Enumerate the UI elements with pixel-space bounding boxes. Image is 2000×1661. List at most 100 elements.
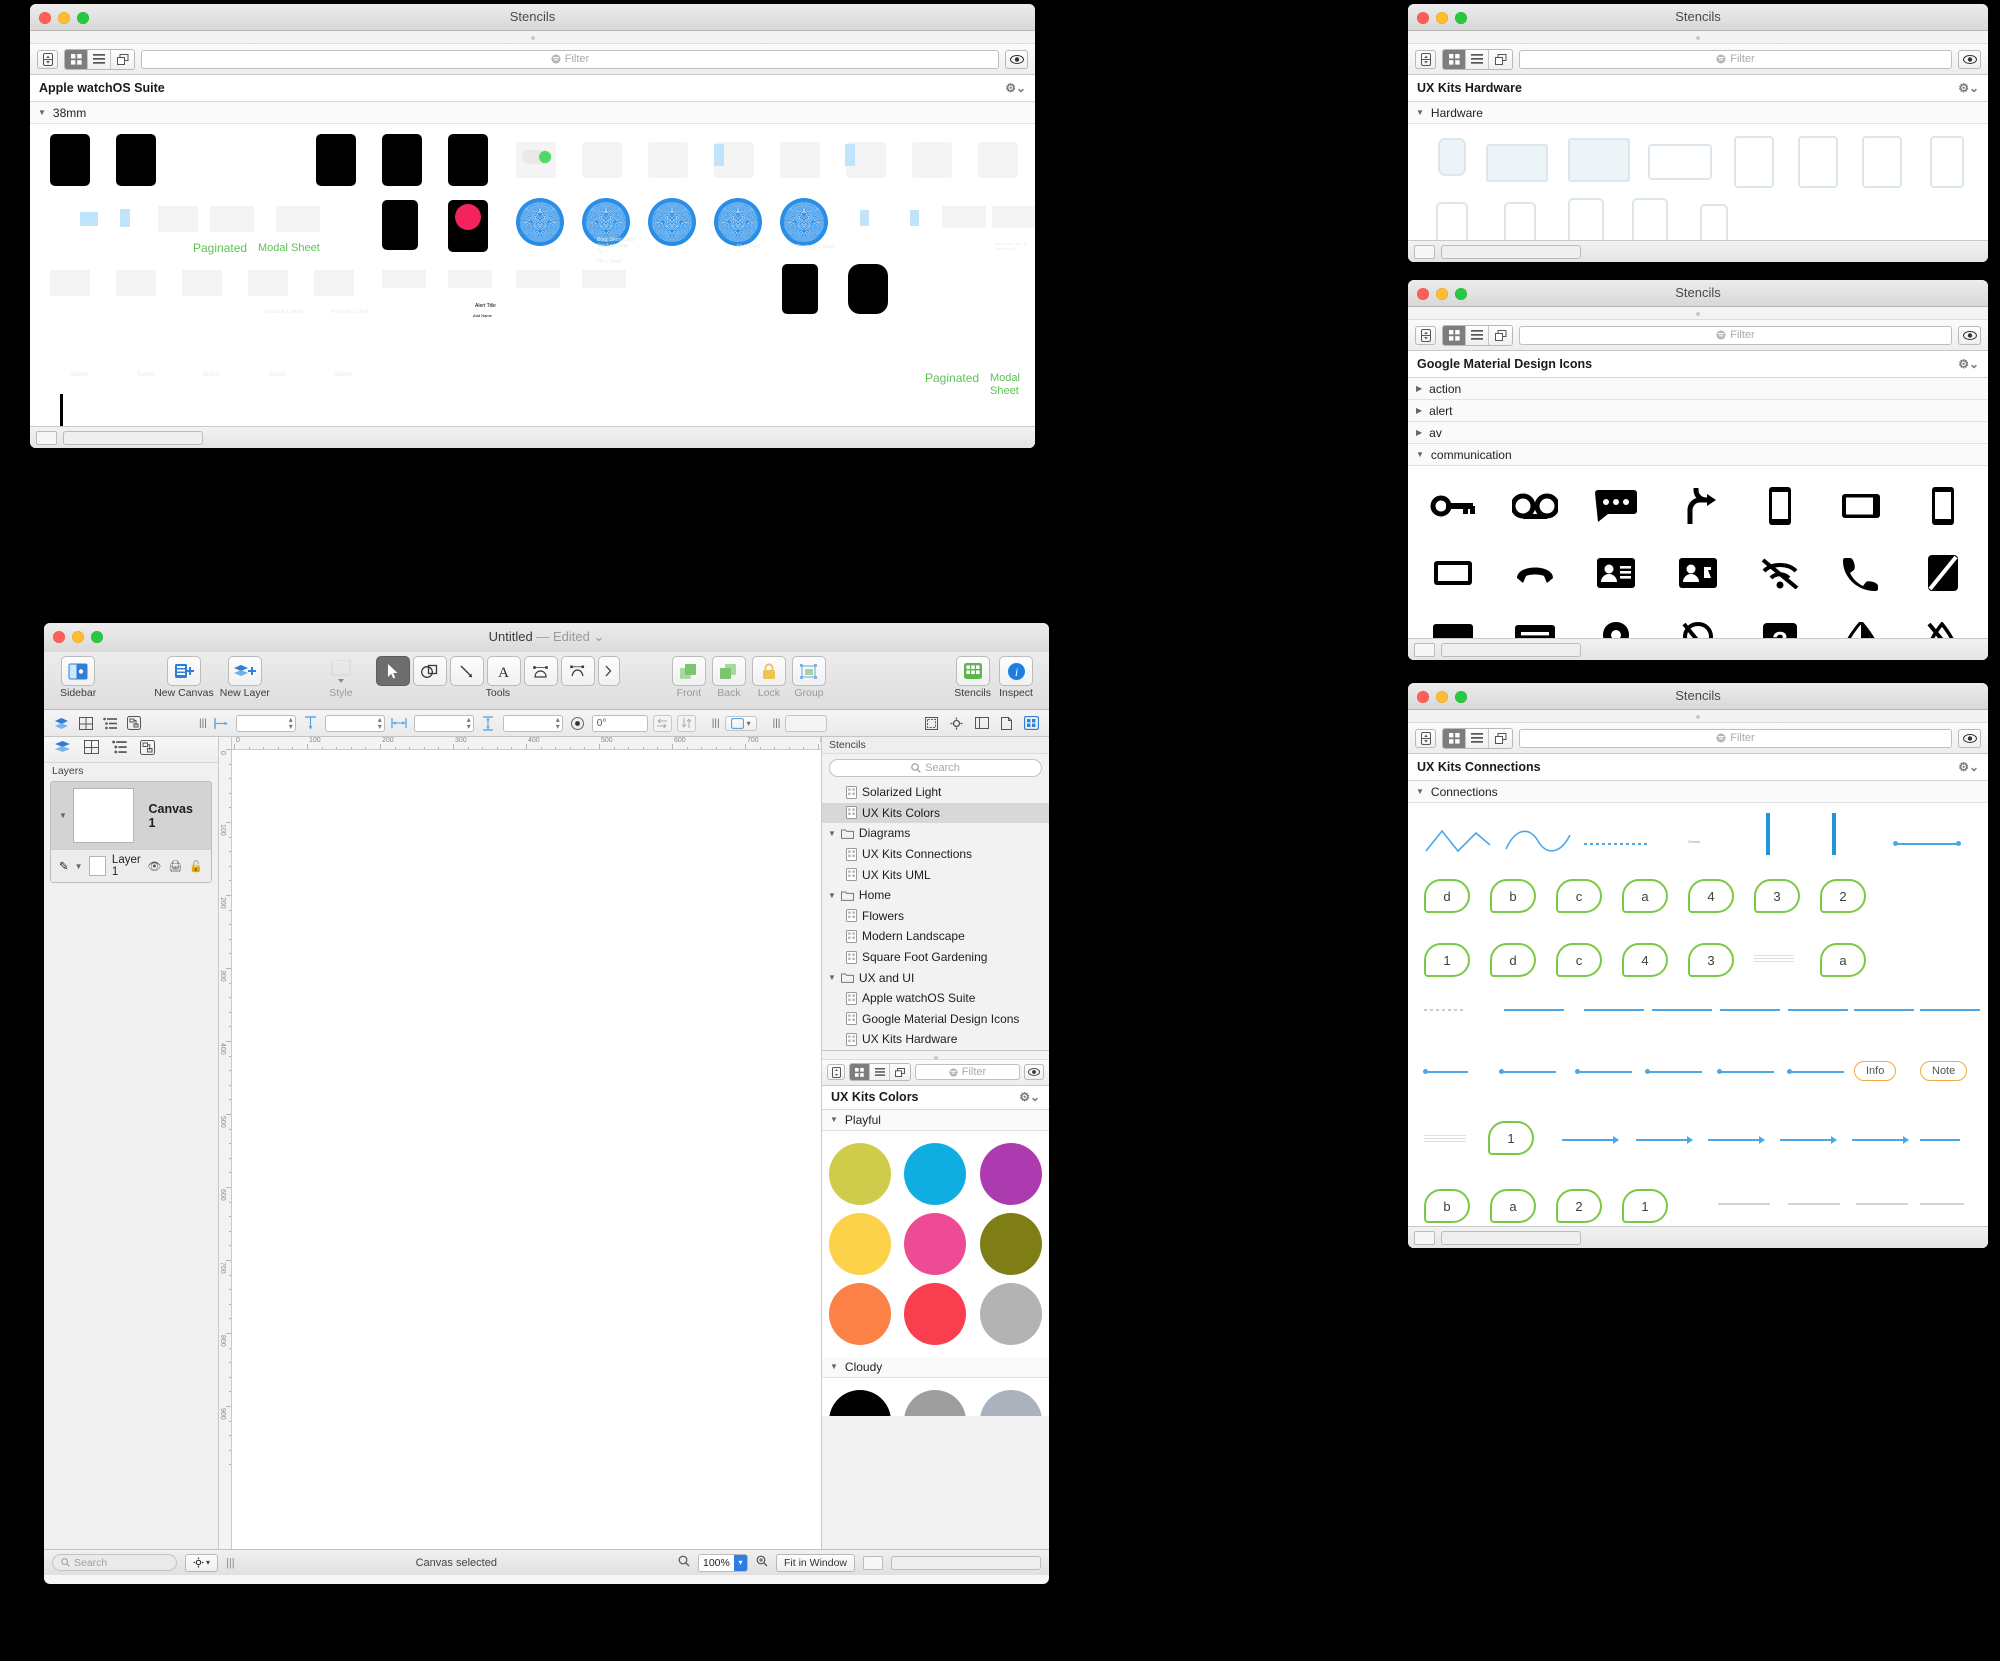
watch-screen-stencil[interactable] (382, 134, 422, 186)
watch-complication-stencil[interactable] (780, 198, 828, 246)
layer-lock-icon[interactable]: 🔓 (189, 860, 203, 873)
material-category-row[interactable]: ▶ av (1408, 422, 1988, 444)
selection-tool-button[interactable] (375, 656, 410, 686)
list-view-button[interactable] (1466, 49, 1489, 69)
placeholder-stencil[interactable] (182, 270, 222, 296)
horizontal-ruler[interactable]: 0 100 200 300 400 500 600 700 800 (219, 737, 821, 750)
layers-list[interactable]: ▼ Canvas 1 ✎ ▼ Layer 1 👁 🖨 🔓 (50, 781, 212, 883)
window-resize-grip[interactable] (1408, 31, 1988, 44)
canvas-size-icon[interactable] (922, 715, 941, 732)
zoom-in-icon[interactable] (756, 1555, 768, 1570)
titlebar[interactable]: Stencils (1408, 280, 1988, 307)
bar-grip-icon-3[interactable]: ||| (773, 718, 781, 729)
connection-line-stencil[interactable] (1920, 1203, 1964, 1205)
placeholder-stencil[interactable] (516, 270, 560, 288)
phonelink-ring-icon[interactable] (1932, 473, 1955, 539)
watch-screen-stencil[interactable] (448, 134, 488, 186)
layer-pencil-icon[interactable]: ✎ (59, 859, 69, 873)
connection-line-stencil[interactable] (1852, 1139, 1908, 1141)
sidebar-tab-layers[interactable] (54, 740, 71, 759)
blue-block-stencil[interactable] (714, 144, 724, 166)
group-button[interactable] (791, 656, 826, 686)
connection-node-stencil[interactable]: d (1424, 879, 1470, 913)
cloudy-disclosure-icon[interactable]: ▼ (830, 1362, 838, 1371)
tools-segmented-control[interactable]: A (375, 656, 620, 686)
stencil-options-gear-icon[interactable]: ⚙⌄ (1958, 760, 1979, 774)
stencil-group-row[interactable]: ▼ Connections (1408, 781, 1988, 803)
window-footer[interactable] (1408, 638, 1988, 660)
stencils-button[interactable] (955, 656, 990, 686)
canvas-search-input[interactable]: Search (52, 1554, 177, 1571)
list-view-button[interactable] (88, 49, 111, 69)
canvas-panel-icon[interactable] (76, 715, 95, 732)
sidebar-toggle-button[interactable] (61, 656, 96, 686)
stencils-search-input[interactable]: Search (829, 759, 1042, 777)
style-well-button[interactable] (324, 656, 358, 686)
footer-button[interactable] (1414, 642, 1435, 657)
stencil-options-gear-icon[interactable]: ⚙⌄ (1005, 81, 1026, 95)
stencil-list-item[interactable]: UX Kits Colors (822, 802, 1049, 824)
color-swatch[interactable] (980, 1142, 1043, 1205)
stencil-window-connections[interactable]: Stencils Filter UX Kits Connections ⚙⌄ ▼… (1408, 683, 1988, 1248)
tablet-portrait-stencil[interactable] (1734, 136, 1774, 188)
stencil-library-picker-button[interactable] (1415, 325, 1436, 345)
dotted-line-stencil[interactable] (1584, 843, 1650, 845)
stencil-toolbar[interactable]: Filter (1408, 320, 1988, 351)
layers-panel-icon[interactable] (52, 715, 71, 732)
new-canvas-toolbar-item[interactable]: New Canvas (154, 656, 214, 699)
watch-complication-stencil[interactable] (648, 198, 696, 246)
group-toolbar-item[interactable]: Group (791, 656, 826, 699)
stencil-list-item[interactable]: Solarized Light (822, 782, 1049, 803)
x-position-field[interactable]: ▴ ▾ (235, 714, 296, 732)
connection-node-stencil[interactable]: d (1490, 943, 1536, 977)
voicemail-icon[interactable] (1511, 473, 1558, 539)
connections-stencil-grid[interactable]: Details d b c a 4 3 2 1 d c 4 3 a Info Note 1 b a 2 1 (1408, 803, 1988, 1248)
vertical-ruler[interactable]: 0 100 200 300 400 500 600 700 800 900 (219, 737, 232, 1549)
contact-phone-icon[interactable] (1678, 540, 1717, 606)
inspect-button[interactable]: i (999, 656, 1033, 686)
bar-grip-icon-2[interactable]: ||| (712, 718, 720, 729)
footer-button[interactable] (1414, 244, 1435, 259)
no-sim-icon[interactable] (1928, 540, 1959, 606)
colors-toolbar[interactable]: Filter (822, 1059, 1049, 1086)
watch-screen-rounded-stencil[interactable] (848, 264, 888, 314)
grid-view-button[interactable] (1443, 49, 1466, 69)
flip-horizontal-button[interactable] (652, 714, 672, 732)
settings-gear-icon[interactable] (947, 715, 966, 732)
wave-line-stencil[interactable] (1504, 825, 1572, 855)
stencil-toolbar[interactable]: Filter (1408, 723, 1988, 754)
filter-input[interactable]: Filter (1519, 325, 1952, 345)
document-title[interactable]: Untitled — Edited ⌄ (44, 629, 1049, 645)
stencil-library-picker-button[interactable] (1415, 728, 1436, 748)
sidebar-tab-bar[interactable] (44, 737, 218, 763)
connection-line-stencil[interactable] (1854, 1009, 1914, 1011)
connection-line-stencil[interactable] (1718, 1071, 1774, 1073)
tablet-portrait-stencil-2[interactable] (1798, 136, 1838, 188)
stay-current-landscape-icon[interactable] (1842, 473, 1881, 539)
call-merge-icon[interactable] (1680, 473, 1716, 539)
connection-line-stencil[interactable] (1788, 1203, 1840, 1205)
stencil-list-item[interactable]: UX Kits Connections (822, 844, 1049, 865)
connection-line-stencil[interactable] (1788, 1071, 1844, 1073)
colors-filter-input[interactable]: Filter (915, 1064, 1020, 1081)
laptop-stencil[interactable] (1486, 144, 1548, 182)
titlebar[interactable]: Stencils (1408, 4, 1988, 31)
stencil-folder-row[interactable]: ▼ Home (822, 885, 1049, 906)
connection-line-stencil[interactable] (1920, 1009, 1980, 1011)
playful-swatch-grid[interactable] (822, 1130, 1049, 1357)
color-swatch[interactable] (904, 1142, 967, 1205)
bar-grip-icon[interactable]: ||| (199, 718, 207, 729)
watch-screen-stencil[interactable] (50, 134, 90, 186)
color-swatch[interactable] (904, 1282, 967, 1345)
blue-block-stencil-7[interactable] (910, 210, 919, 226)
chat-bubble-icon[interactable] (1595, 473, 1638, 539)
view-mode-segmented-control[interactable] (1442, 48, 1513, 70)
stencil-list-item[interactable]: Apple watchOS Suite (822, 988, 1049, 1009)
contact-mail-icon[interactable] (1597, 540, 1636, 606)
footer-button[interactable] (1414, 1230, 1435, 1245)
color-swatch[interactable] (904, 1212, 967, 1275)
placeholder-stencil[interactable] (942, 206, 986, 228)
placeholder-stencil[interactable] (780, 142, 820, 178)
colors-grid-view-button[interactable] (850, 1064, 870, 1081)
sidebar-tab-canvases[interactable] (84, 740, 99, 759)
